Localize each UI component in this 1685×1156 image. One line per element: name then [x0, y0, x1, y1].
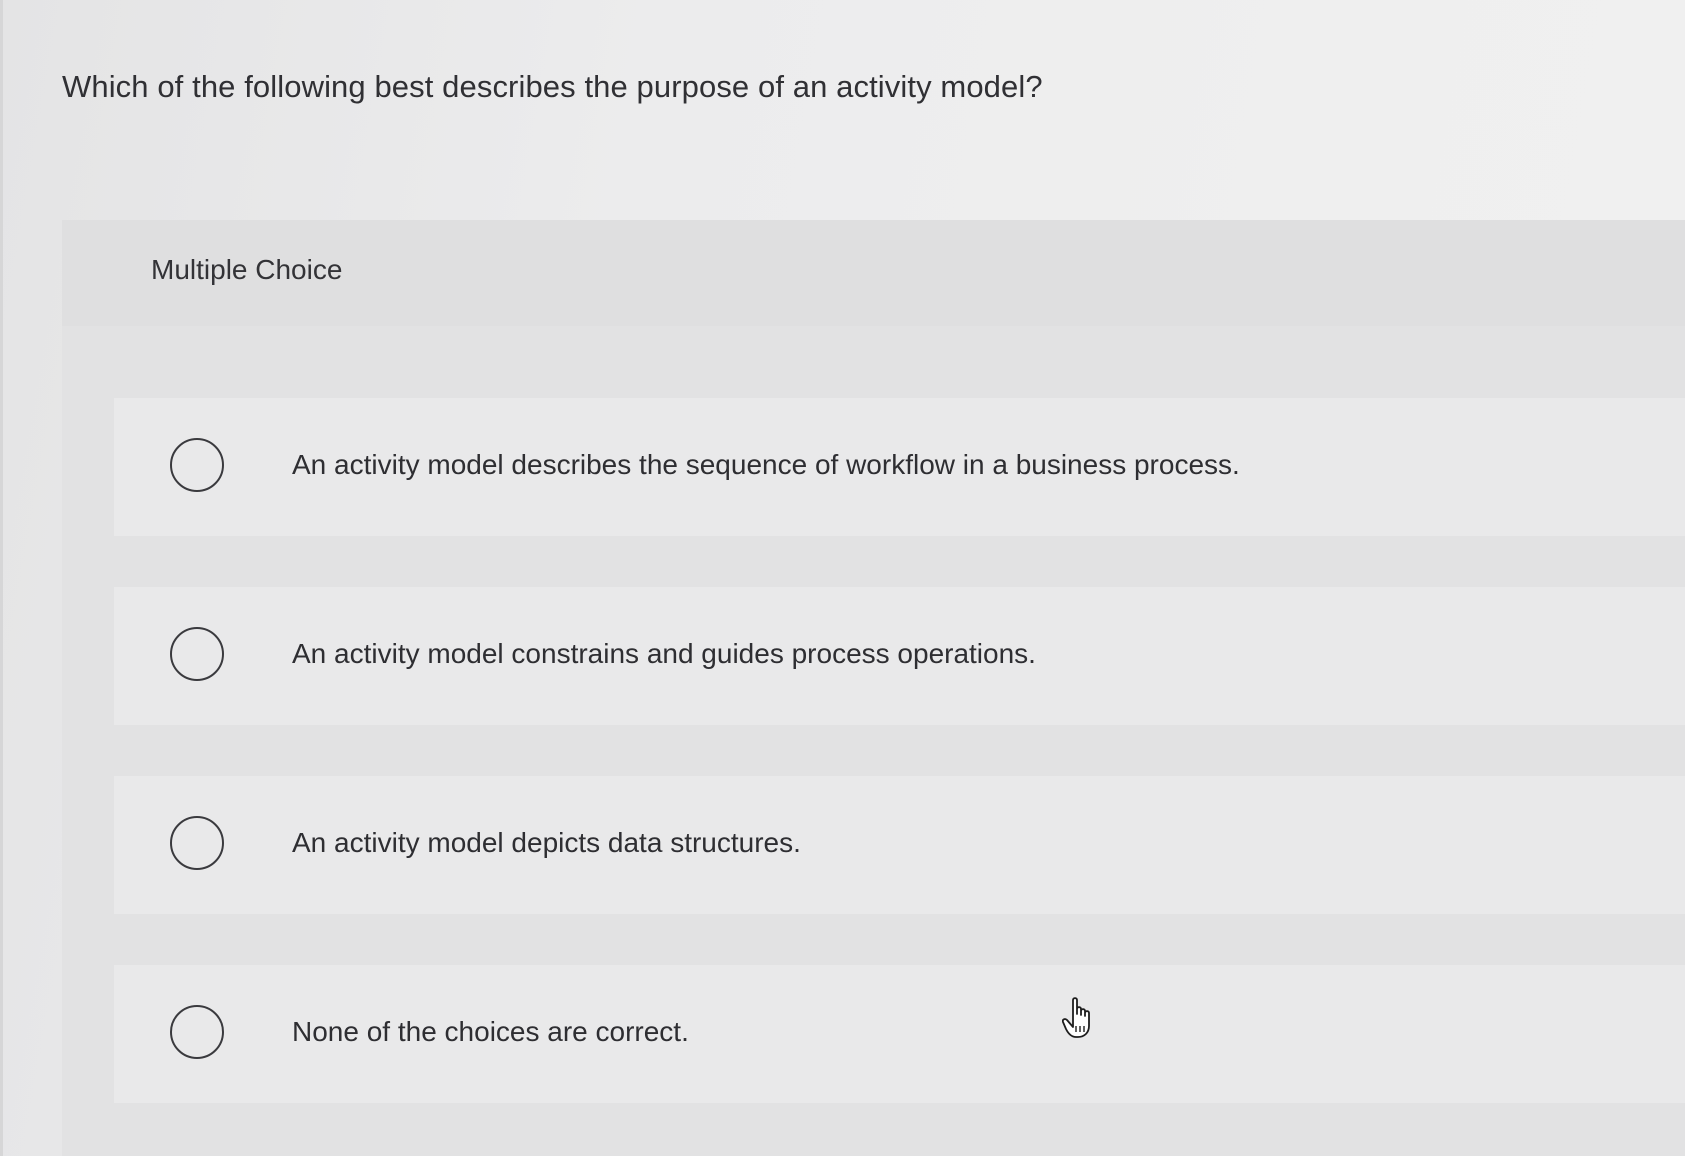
- radio-unchecked-icon[interactable]: [170, 816, 224, 870]
- question-text: Which of the following best describes th…: [62, 69, 1043, 104]
- radio-unchecked-icon[interactable]: [170, 438, 224, 492]
- answer-option-4[interactable]: None of the choices are correct.: [114, 965, 1685, 1103]
- question-type-label: Multiple Choice: [151, 254, 343, 285]
- answer-option-label: An activity model constrains and guides …: [292, 638, 1036, 669]
- answer-option-1[interactable]: An activity model describes the sequence…: [114, 398, 1685, 536]
- answer-option-2[interactable]: An activity model constrains and guides …: [114, 587, 1685, 725]
- radio-unchecked-icon[interactable]: [170, 627, 224, 681]
- answer-option-label: An activity model depicts data structure…: [292, 827, 801, 858]
- hand-pointer-icon: [1062, 997, 1090, 1038]
- radio-unchecked-icon[interactable]: [170, 1005, 224, 1059]
- window-edge: [0, 0, 3, 1156]
- answer-option-3[interactable]: An activity model depicts data structure…: [114, 776, 1685, 914]
- answer-option-label: None of the choices are correct.: [292, 1016, 689, 1047]
- answer-option-label: An activity model describes the sequence…: [292, 449, 1240, 480]
